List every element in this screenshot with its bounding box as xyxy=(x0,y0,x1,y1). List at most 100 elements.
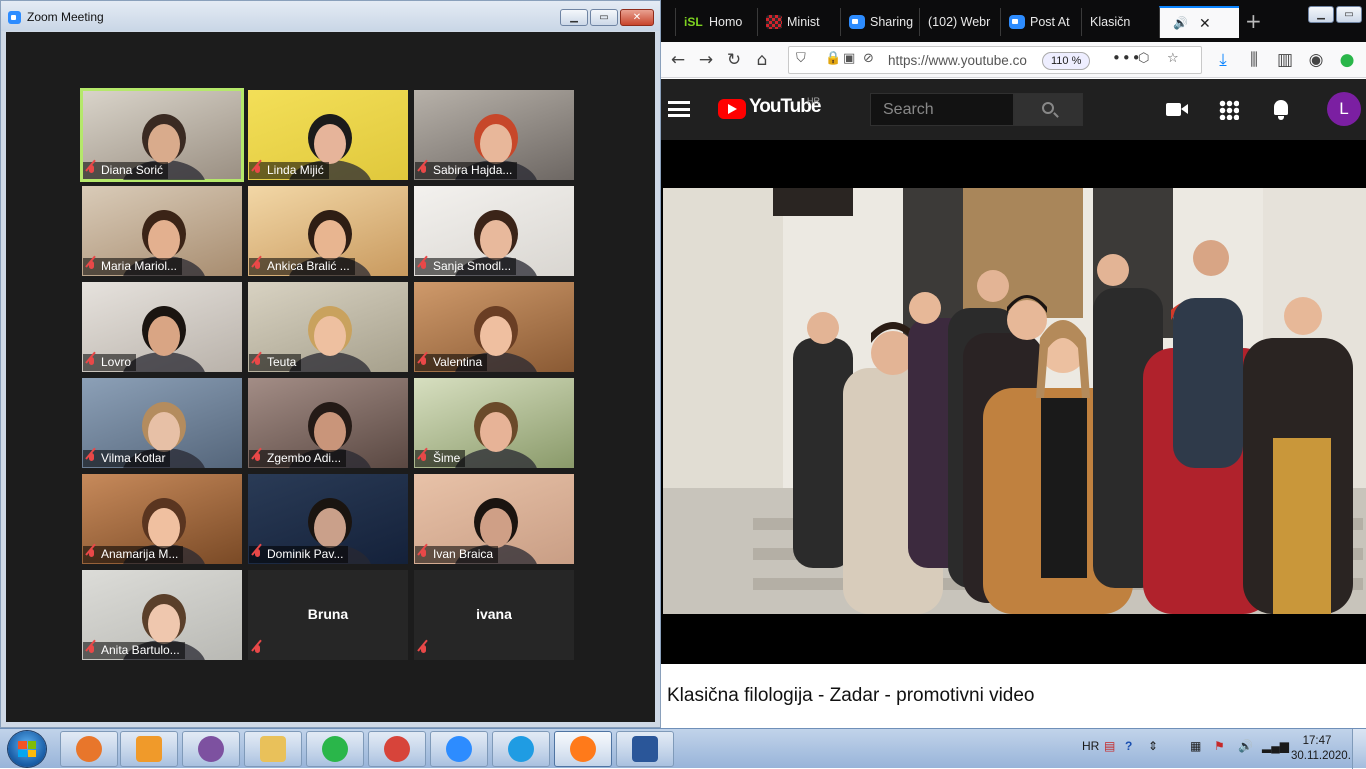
search-input[interactable]: Search xyxy=(870,93,1014,126)
forward-icon[interactable]: → xyxy=(694,48,718,72)
participant-tile[interactable]: Sanja Smodl... xyxy=(414,186,574,276)
participant-name-label: Sabira Hajda... xyxy=(415,162,518,179)
windows-taskbar: HR ▤ ? ⇕ ▦ ⚑ 🔊 ▂▄▆ 17:47 30.11.2020. xyxy=(0,728,1366,769)
browser-tab[interactable]: Sharing xyxy=(840,8,917,36)
file-explorer-icon xyxy=(260,736,286,762)
url-bar[interactable]: ⛉ 🔒 ▣ ⊘ https://www.youtube.co 110 % •••… xyxy=(788,46,1202,74)
apps-grid-icon[interactable] xyxy=(1219,100,1239,120)
language-indicator[interactable]: HR xyxy=(1082,739,1099,753)
close-button[interactable]: ✕ xyxy=(620,9,654,26)
lock-icon[interactable]: 🔒 xyxy=(825,51,841,66)
chrome-icon xyxy=(384,736,410,762)
browser-tab[interactable]: 🔊 ✕ xyxy=(1159,6,1239,38)
browser-tab[interactable]: Minist xyxy=(757,8,838,36)
help-tray-icon[interactable]: ? xyxy=(1125,739,1132,753)
participant-tile[interactable]: Dominik Pav... xyxy=(248,474,408,564)
participant-tile[interactable]: Maria Mariol... xyxy=(82,186,242,276)
notifications-bell-icon[interactable] xyxy=(1271,98,1295,122)
participant-tile[interactable]: Ankica Bralić ... xyxy=(248,186,408,276)
video-title[interactable]: Klasična filologija - Zadar - promotivni… xyxy=(667,685,1035,707)
back-icon[interactable]: ← xyxy=(666,48,690,72)
minimize-button[interactable]: ▁ xyxy=(560,9,588,26)
zoom-level-badge[interactable]: 110 % xyxy=(1042,52,1091,70)
taskbar-app-button[interactable] xyxy=(492,731,550,767)
extension-icon[interactable]: ● xyxy=(1335,48,1359,72)
bookmark-star-icon[interactable]: ☆ xyxy=(1167,51,1179,66)
youtube-logo-icon[interactable] xyxy=(718,99,746,119)
participant-tile[interactable]: Teuta xyxy=(248,282,408,372)
show-desktop-button[interactable] xyxy=(1352,729,1366,769)
browser-tab[interactable]: Post At xyxy=(1000,8,1079,36)
search-icon xyxy=(1042,102,1054,114)
participant-tile[interactable]: Valentina xyxy=(414,282,574,372)
reload-icon[interactable]: ↻ xyxy=(722,48,746,72)
viber-icon xyxy=(198,736,224,762)
participant-name: Zgembo Adi... xyxy=(267,451,342,465)
avatar[interactable]: L xyxy=(1327,92,1361,126)
clipboard-tray-icon[interactable]: ▦ xyxy=(1190,739,1201,753)
taskbar-app-button[interactable] xyxy=(368,731,426,767)
tab-audio-icon[interactable]: 🔊 xyxy=(1173,16,1188,30)
participant-name: Valentina xyxy=(433,355,483,369)
permissions-icon[interactable]: ▣ xyxy=(843,51,855,66)
taskbar-app-button[interactable] xyxy=(120,731,178,767)
participant-tile[interactable]: Zgembo Adi... xyxy=(248,378,408,468)
participant-tile[interactable]: Šime xyxy=(414,378,574,468)
maximize-button[interactable]: ▭ xyxy=(590,9,618,26)
network-signal-icon[interactable]: ▂▄▆ xyxy=(1262,739,1289,753)
pocket-icon[interactable]: ⬡ xyxy=(1138,51,1149,66)
sidebar-icon[interactable]: ▥ xyxy=(1273,48,1297,72)
participant-tile[interactable]: Linda Mijić xyxy=(248,90,408,180)
browser-tab[interactable]: (102) Webr xyxy=(919,8,998,36)
search-button[interactable] xyxy=(1014,93,1083,126)
system-clock[interactable]: 17:47 30.11.2020. xyxy=(1291,734,1351,764)
autoplay-blocked-icon[interactable]: ⊘ xyxy=(863,51,874,66)
shield-icon[interactable]: ⛉ xyxy=(796,51,806,66)
firefox-maximize-button[interactable]: ▭ xyxy=(1336,6,1362,23)
participant-tile[interactable]: Anamarija M... xyxy=(82,474,242,564)
muted-mic-icon xyxy=(86,356,97,369)
browser-tab[interactable]: iSL Homo xyxy=(675,8,755,36)
participant-tile[interactable]: Diana Sorić xyxy=(80,88,244,182)
downloads-icon[interactable]: ⤓ xyxy=(1211,48,1235,72)
home-icon[interactable]: ⌂ xyxy=(750,48,774,72)
zoom-titlebar[interactable]: Zoom Meeting ▁ ▭ ✕ xyxy=(1,1,660,31)
taskbar-app-button[interactable] xyxy=(554,731,612,767)
new-tab-button[interactable]: + xyxy=(1245,9,1262,33)
browser-tab[interactable]: Klasičn xyxy=(1081,8,1157,36)
participant-tile[interactable]: Anita Bartulo... xyxy=(82,570,242,660)
firefox-minimize-button[interactable]: ▁ xyxy=(1308,6,1334,23)
participant-tile[interactable]: Bruna xyxy=(248,570,408,660)
taskbar-app-button[interactable] xyxy=(616,731,674,767)
start-button[interactable] xyxy=(8,731,46,767)
participant-tile[interactable]: ivana xyxy=(414,570,574,660)
taskbar-app-button[interactable] xyxy=(430,731,488,767)
youtube-page: YouTube HR Search L Klasična filologija … xyxy=(661,79,1366,728)
pdf-tray-icon[interactable]: ▤ xyxy=(1104,739,1115,753)
participant-tile[interactable]: Vilma Kotlar xyxy=(82,378,242,468)
account-icon[interactable]: ◉ xyxy=(1304,48,1328,72)
video-player[interactable] xyxy=(661,140,1366,664)
tab-close-icon[interactable]: ✕ xyxy=(1199,15,1211,32)
taskbar-app-button[interactable] xyxy=(306,731,364,767)
participant-name-label: Ankica Bralić ... xyxy=(249,258,355,275)
taskbar-app-button[interactable] xyxy=(60,731,118,767)
participant-tile[interactable]: Lovro xyxy=(82,282,242,372)
muted-mic-icon xyxy=(418,164,429,177)
taskbar-app-button[interactable] xyxy=(244,731,302,767)
library-icon[interactable]: ⫼ xyxy=(1242,48,1266,72)
video-scene xyxy=(663,188,1366,614)
menu-icon[interactable] xyxy=(668,101,690,117)
create-video-icon[interactable] xyxy=(1166,98,1190,122)
video-frame[interactable] xyxy=(663,188,1366,614)
url-text[interactable]: https://www.youtube.co xyxy=(888,53,1032,68)
volume-icon[interactable]: 🔊 xyxy=(1238,739,1253,753)
zoom-icon xyxy=(446,736,472,762)
participant-tile[interactable]: Ivan Braica xyxy=(414,474,574,564)
participant-tile[interactable]: Sabira Hajda... xyxy=(414,90,574,180)
show-hidden-icons-icon[interactable]: ⇕ xyxy=(1148,739,1158,753)
firefox-window: iSL Homo Minist Sharing (102) Webr Post At Kla… xyxy=(661,0,1366,728)
participant-name: Ankica Bralić ... xyxy=(267,259,350,273)
action-center-icon[interactable]: ⚑ xyxy=(1214,739,1225,753)
taskbar-app-button[interactable] xyxy=(182,731,240,767)
